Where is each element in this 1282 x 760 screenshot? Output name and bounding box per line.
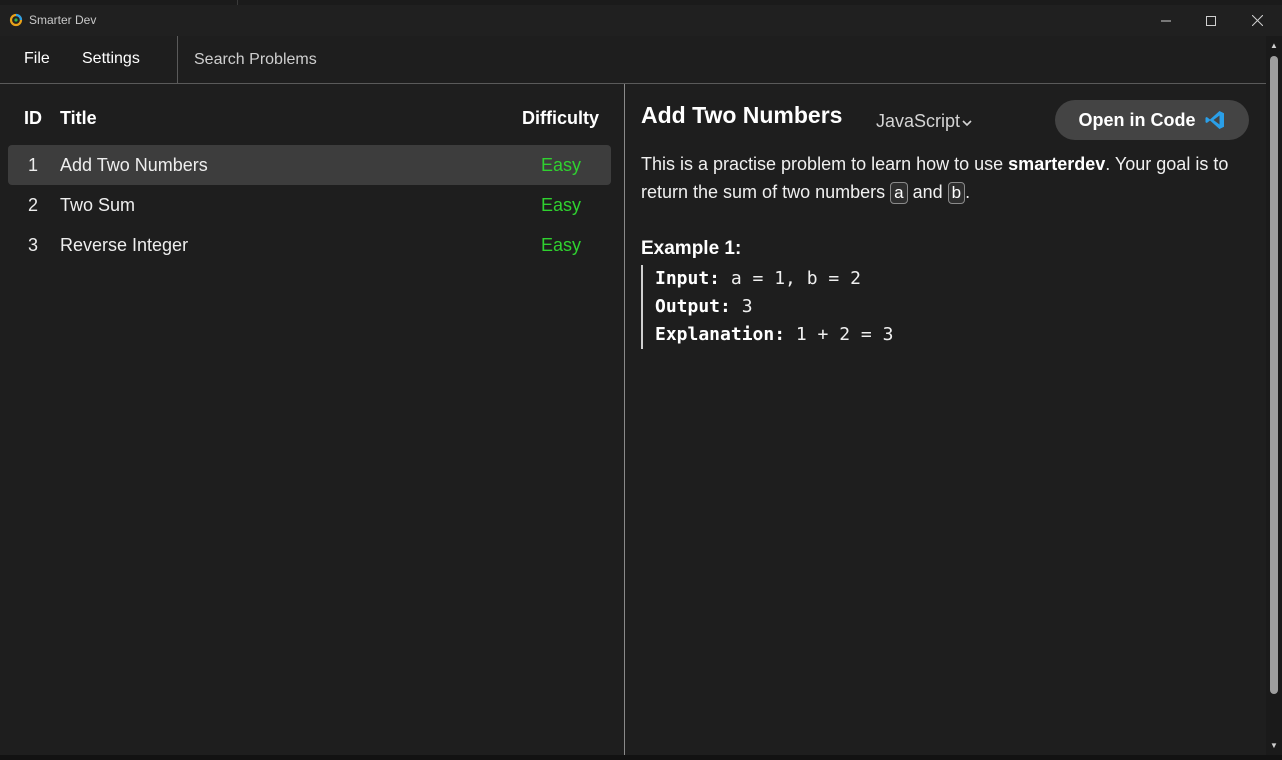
problem-id: 1 <box>28 155 39 175</box>
problem-id: 2 <box>28 195 39 215</box>
window-title: Smarter Dev <box>29 13 97 27</box>
example-explanation-label: Explanation: <box>655 324 786 345</box>
problem-description: This is a practise problem to learn how … <box>641 150 1253 206</box>
difficulty-badge: Easy <box>541 195 582 215</box>
language-select-value: JavaScript <box>876 111 961 131</box>
problem-row-two-sum[interactable]: 2 Two Sum Easy <box>8 185 611 225</box>
language-select[interactable]: JavaScript <box>876 111 972 132</box>
description-text: and <box>907 182 948 202</box>
difficulty-badge: Easy <box>541 235 582 255</box>
app-window: Smarter Dev File Settings ID Title Diffi… <box>0 5 1282 756</box>
scroll-up-arrow-icon[interactable]: ▲ <box>1270 41 1278 50</box>
open-in-code-label: Open in Code <box>1078 109 1196 130</box>
app-logo-icon <box>9 13 23 27</box>
menu-separator <box>177 36 178 83</box>
problem-id: 3 <box>28 235 39 255</box>
problem-list-pane: ID Title Difficulty 1 Add Two Numbers Ea… <box>0 84 624 755</box>
close-button[interactable] <box>1234 5 1280 36</box>
column-header-id: ID <box>24 108 42 128</box>
inline-code-a: a <box>890 182 908 204</box>
inline-code-b: b <box>947 182 966 204</box>
problem-detail-pane: Add Two Numbers JavaScript Open in Code … <box>625 84 1266 755</box>
example-output-label: Output: <box>655 296 731 317</box>
problem-title: Two Sum <box>60 195 136 215</box>
problem-row-add-two-numbers[interactable]: 1 Add Two Numbers Easy <box>8 145 611 185</box>
vscode-icon <box>1205 111 1224 129</box>
problem-heading: Add Two Numbers <box>641 102 843 128</box>
column-header-difficulty: Difficulty <box>522 108 600 128</box>
example-block: Input: a = 1, b = 2 Output: 3 Explanatio… <box>641 265 1155 349</box>
description-text: This is a practise problem to learn how … <box>641 154 1009 174</box>
column-header-title: Title <box>60 108 97 128</box>
open-in-code-button[interactable]: Open in Code <box>1055 100 1249 140</box>
close-icon <box>1251 15 1263 26</box>
desktop-background-bottom <box>0 755 1282 760</box>
example-explanation-value: 1 + 2 = 3 <box>785 324 894 345</box>
example-input-value: a = 1, b = 2 <box>720 268 861 289</box>
example-input-label: Input: <box>655 268 721 289</box>
problem-row-reverse-integer[interactable]: 3 Reverse Integer Easy <box>8 225 611 265</box>
description-bold: smarterdev <box>1008 154 1106 174</box>
example-output-value: 3 <box>730 296 753 317</box>
problem-title: Reverse Integer <box>60 235 189 255</box>
example-input-line: Input: a = 1, b = 2 <box>655 265 1155 293</box>
example-explanation-line: Explanation: 1 + 2 = 3 <box>655 321 1155 349</box>
minimize-icon <box>1161 20 1171 21</box>
settings-menu[interactable]: Settings <box>82 50 140 68</box>
chevron-down-icon <box>962 119 972 126</box>
description-text: . <box>965 182 971 202</box>
maximize-icon <box>1206 15 1216 26</box>
file-menu[interactable]: File <box>24 50 50 68</box>
example-output-line: Output: 3 <box>655 293 1155 321</box>
difficulty-badge: Easy <box>541 155 582 175</box>
problem-title: Add Two Numbers <box>60 155 208 175</box>
search-input[interactable] <box>182 44 694 76</box>
title-bar: Smarter Dev <box>0 5 1282 36</box>
menu-bar: File Settings <box>0 36 1266 84</box>
scrollbar-thumb[interactable] <box>1270 56 1278 694</box>
scroll-down-arrow-icon[interactable]: ▼ <box>1270 741 1278 750</box>
maximize-button[interactable] <box>1188 5 1234 36</box>
example-heading: Example 1: <box>641 238 742 259</box>
minimize-button[interactable] <box>1143 5 1189 36</box>
problem-list-header: ID Title Difficulty <box>0 108 624 132</box>
vertical-scrollbar[interactable]: ▲ ▼ <box>1266 36 1282 755</box>
